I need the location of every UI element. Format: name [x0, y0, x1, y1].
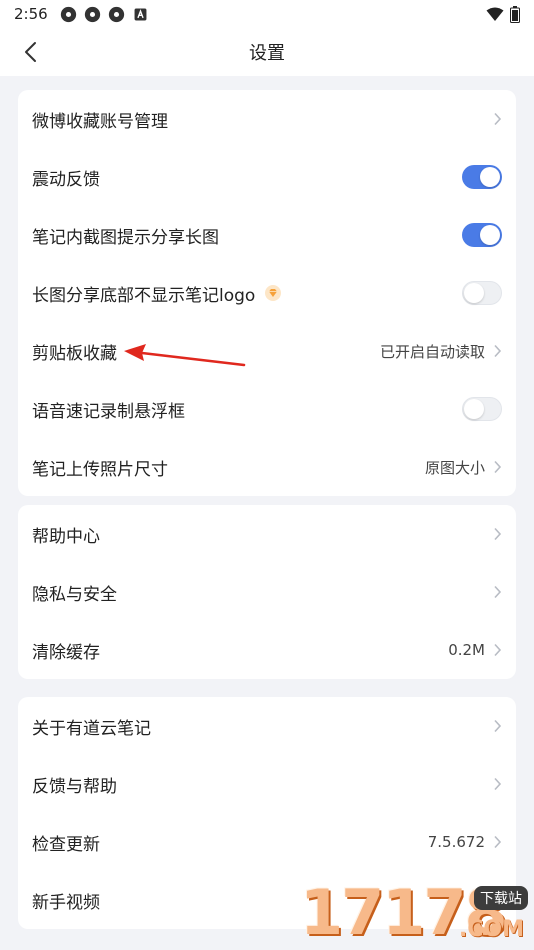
status-bar: 2:56	[0, 0, 534, 28]
chevron-right-icon	[494, 719, 502, 733]
status-time: 2:56	[14, 5, 48, 23]
watermark-suffix: .COM	[458, 917, 524, 942]
weibo-account-row[interactable]: 微博收藏账号管理	[18, 90, 516, 148]
voice-float-window-row: 语音速记录制悬浮框	[18, 380, 516, 438]
hide-logo-row: 长图分享底部不显示笔记logo	[18, 264, 516, 322]
screenshot-share-hint-toggle[interactable]	[462, 223, 502, 247]
clipboard-favorite-label: 剪贴板收藏	[32, 343, 117, 364]
voice-float-window-label: 语音速记录制悬浮框	[32, 401, 185, 422]
back-arrow-icon[interactable]	[20, 40, 44, 64]
clipboard-favorite-value: 已开启自动读取	[379, 342, 485, 361]
hide-logo-toggle[interactable]	[462, 281, 502, 305]
top-bar: 设置	[0, 28, 534, 76]
help-center-row[interactable]: 帮助中心	[18, 505, 516, 563]
about-label: 关于有道云笔记	[32, 718, 151, 739]
watermark-badge: 下载站	[474, 886, 528, 910]
settings-section-help: 帮助中心 隐私与安全 清除缓存 0.2M	[18, 505, 516, 679]
chevron-right-icon	[494, 460, 502, 474]
chevron-right-icon	[494, 585, 502, 599]
photo-upload-size-row[interactable]: 笔记上传照片尺寸 原图大小	[18, 438, 516, 496]
chevron-right-icon	[494, 344, 502, 358]
chevron-right-icon	[494, 777, 502, 791]
battery-icon	[510, 5, 520, 23]
chevron-right-icon	[494, 835, 502, 849]
screenshot-share-hint-label: 笔记内截图提示分享长图	[32, 227, 219, 248]
photo-upload-size-value: 原图大小	[424, 458, 485, 477]
vibration-feedback-toggle[interactable]	[462, 165, 502, 189]
about-row[interactable]: 关于有道云笔记	[18, 697, 516, 755]
screenshot-share-hint-row: 笔记内截图提示分享长图	[18, 206, 516, 264]
watermark: 17178 下载站 .COM	[300, 882, 530, 944]
vibration-feedback-label: 震动反馈	[32, 169, 100, 190]
vibration-feedback-row: 震动反馈	[18, 148, 516, 206]
settings-section-general: 微博收藏账号管理 震动反馈 笔记内截图提示分享长图 长图分享底部不显示笔记log…	[18, 90, 516, 496]
a-icon	[134, 8, 147, 20]
chevron-right-icon	[494, 643, 502, 657]
app-icon	[84, 6, 100, 22]
clear-cache-label: 清除缓存	[32, 642, 100, 663]
annotation-arrow	[124, 344, 246, 367]
privacy-security-label: 隐私与安全	[32, 584, 117, 605]
app-icon	[108, 6, 124, 22]
photo-upload-size-label: 笔记上传照片尺寸	[32, 459, 168, 480]
chevron-right-icon	[494, 527, 502, 541]
privacy-security-row[interactable]: 隐私与安全	[18, 563, 516, 621]
weibo-account-label: 微博收藏账号管理	[32, 111, 168, 132]
help-center-label: 帮助中心	[32, 526, 100, 547]
feedback-help-label: 反馈与帮助	[32, 776, 117, 797]
clipboard-favorite-row[interactable]: 剪贴板收藏 已开启自动读取	[18, 322, 516, 380]
app-icon	[60, 6, 76, 22]
cache-size-value: 0.2M	[448, 641, 485, 659]
chevron-right-icon	[494, 112, 502, 126]
page-title: 设置	[249, 43, 285, 64]
version-value: 7.5.672	[427, 833, 485, 851]
check-update-row[interactable]: 检查更新 7.5.672	[18, 813, 516, 871]
feedback-help-row[interactable]: 反馈与帮助	[18, 755, 516, 813]
vip-diamond-icon	[265, 285, 282, 301]
wifi-icon	[486, 7, 504, 21]
tutorial-video-label: 新手视频	[32, 892, 100, 913]
voice-float-window-toggle[interactable]	[462, 397, 502, 421]
check-update-label: 检查更新	[32, 834, 100, 855]
hide-logo-label: 长图分享底部不显示笔记logo	[32, 285, 256, 306]
clear-cache-row[interactable]: 清除缓存 0.2M	[18, 621, 516, 679]
